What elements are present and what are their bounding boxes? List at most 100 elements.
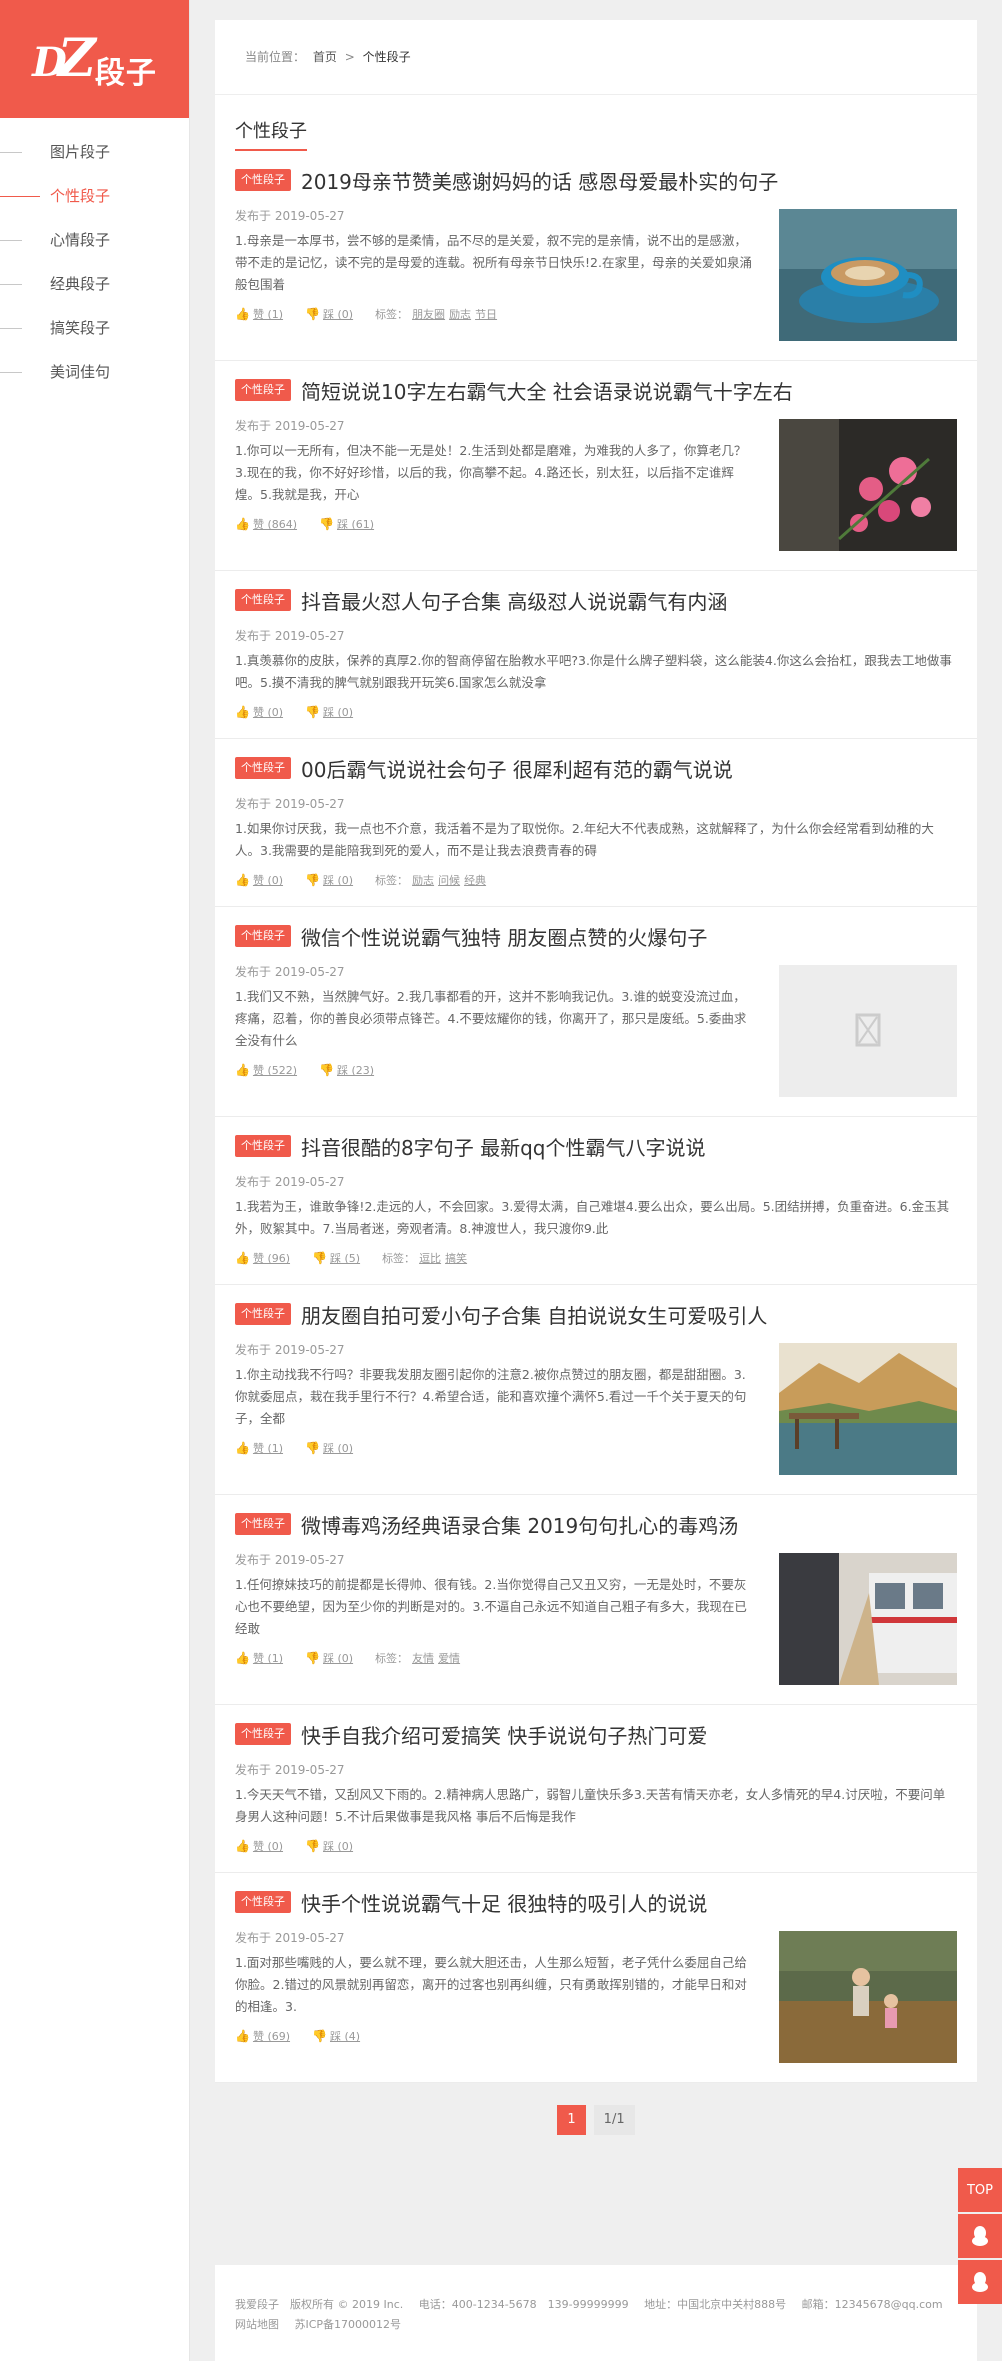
article-thumbnail[interactable]	[779, 1343, 957, 1475]
article-tags: 标签： 朋友圈 励志 节日	[375, 306, 497, 322]
article-summary: 1.我若为王，谁敢争锋!2.走远的人，不会回家。3.爱得太满，自己难堪4.要么出…	[235, 1199, 950, 1236]
tag-link[interactable]: 朋友圈	[412, 308, 445, 321]
dislike-button[interactable]: 👎 踩 (23)	[319, 1062, 374, 1078]
article-title[interactable]: 2019母亲节赞美感谢妈妈的话 感恩母爱最朴实的句子	[301, 166, 778, 195]
article-thumbnail[interactable]	[779, 209, 957, 341]
tag-link[interactable]: 节日	[475, 308, 497, 321]
like-button[interactable]: 👍 赞 (522)	[235, 1062, 297, 1078]
thumbs-up-icon: 👍	[235, 1063, 250, 1077]
article-title[interactable]: 快手自我介绍可爱搞笑 快手说说句子热门可爱	[301, 1720, 707, 1749]
article-summary: 1.如果你讨厌我，我一点也不介意，我活着不是为了取悦你。2.年纪大不代表成熟，这…	[235, 821, 934, 858]
footer-address: 地址：中国北京中关村888号	[644, 2298, 787, 2311]
category-badge[interactable]: 个性段子	[235, 589, 291, 611]
dislike-button[interactable]: 👎 踩 (0)	[305, 872, 353, 888]
dislike-button[interactable]: 👎 踩 (0)	[305, 1650, 353, 1666]
tag-link[interactable]: 友情	[412, 1652, 434, 1665]
article-summary: 1.今天天气不错，又刮风又下雨的。2.精神病人思路广，弱智儿童快乐多3.天苦有情…	[235, 1787, 946, 1824]
breadcrumb-home[interactable]: 首页	[313, 50, 337, 64]
like-button[interactable]: 👍 赞 (1)	[235, 1650, 283, 1666]
qq-service-icon[interactable]	[958, 2260, 1002, 2304]
article-title[interactable]: 简短说说10字左右霸气大全 社会语录说说霸气十字左右	[301, 376, 793, 405]
article-thumbnail[interactable]	[779, 1553, 957, 1685]
footer-sitemap[interactable]: 网站地图	[235, 2318, 279, 2331]
thumbs-up-icon: 👍	[235, 517, 250, 531]
thumbs-down-icon: 👎	[305, 873, 320, 887]
article-title[interactable]: 朋友圈自拍可爱小句子合集 自拍说说女生可爱吸引人	[301, 1300, 767, 1329]
thumbs-up-icon: 👍	[235, 307, 250, 321]
nav-item-personality[interactable]: 个性段子	[0, 174, 189, 218]
like-button[interactable]: 👍 赞 (1)	[235, 306, 283, 322]
nav-item-mood[interactable]: 心情段子	[0, 218, 189, 262]
article-list: 个性段子 个性段子 2019母亲节赞美感谢妈妈的话 感恩母爱最朴实的句子发布于 2…	[215, 95, 977, 2083]
footer-icp[interactable]: 苏ICP备17000012号	[295, 2318, 402, 2331]
thumbs-down-icon: 👎	[305, 1839, 320, 1853]
article-item: 个性段子 微信个性说说霸气独特 朋友圈点赞的火爆句子 发布于 2019-05-27 1…	[215, 907, 977, 1117]
tag-link[interactable]: 搞笑	[445, 1252, 467, 1265]
pagination: 1 1/1	[215, 2105, 977, 2135]
article-date: 发布于 2019-05-27	[235, 629, 345, 643]
back-to-top-button[interactable]: TOP	[958, 2168, 1002, 2212]
tag-link[interactable]: 逗比	[419, 1252, 441, 1265]
tag-link[interactable]: 问候	[438, 874, 460, 887]
category-badge[interactable]: 个性段子	[235, 1723, 291, 1745]
dislike-button[interactable]: 👎 踩 (0)	[305, 1440, 353, 1456]
article-title[interactable]: 抖音很酷的8字句子 最新qq个性霸气八字说说	[301, 1132, 705, 1161]
article-title[interactable]: 抖音最火怼人句子合集 高级怼人说说霸气有内涵	[301, 586, 727, 615]
like-button[interactable]: 👍 赞 (96)	[235, 1250, 290, 1266]
category-badge[interactable]: 个性段子	[235, 1135, 291, 1157]
page-current[interactable]: 1	[557, 2105, 586, 2135]
like-button[interactable]: 👍 赞 (864)	[235, 516, 297, 532]
article-thumbnail[interactable]	[779, 419, 957, 551]
tag-link[interactable]: 经典	[464, 874, 486, 887]
article-thumbnail[interactable]	[779, 965, 957, 1097]
nav-item-classic[interactable]: 经典段子	[0, 262, 189, 306]
article-date: 发布于 2019-05-27	[235, 1763, 345, 1777]
article-title[interactable]: 快手个性说说霸气十足 很独特的吸引人的说说	[301, 1888, 707, 1917]
category-badge[interactable]: 个性段子	[235, 379, 291, 401]
category-badge[interactable]: 个性段子	[235, 925, 291, 947]
list-title: 个性段子	[235, 117, 307, 151]
nav-item-quotes[interactable]: 美词佳句	[0, 350, 189, 394]
article-date: 发布于 2019-05-27	[235, 1175, 345, 1189]
like-button[interactable]: 👍 赞 (1)	[235, 1440, 283, 1456]
article-title[interactable]: 微信个性说说霸气独特 朋友圈点赞的火爆句子	[301, 922, 707, 951]
like-button[interactable]: 👍 赞 (0)	[235, 1838, 283, 1854]
article-item: 个性段子 快手个性说说霸气十足 很独特的吸引人的说说 发布于 2019-05-27 1…	[215, 1873, 977, 2083]
dislike-button[interactable]: 👎 踩 (0)	[305, 1838, 353, 1854]
nav-item-funny[interactable]: 搞笑段子	[0, 306, 189, 350]
article-tags: 标签： 励志 问候 经典	[375, 872, 486, 888]
tag-link[interactable]: 爱情	[438, 1652, 460, 1665]
nav-item-pictures[interactable]: 图片段子	[0, 130, 189, 174]
breadcrumb-prefix: 当前位置：	[245, 50, 306, 64]
logo[interactable]: DZ 段子	[0, 0, 189, 118]
logo-brand: DZ	[32, 28, 96, 89]
dislike-button[interactable]: 👎 踩 (4)	[312, 2028, 360, 2044]
like-button[interactable]: 👍 赞 (0)	[235, 872, 283, 888]
thumbs-up-icon: 👍	[235, 1251, 250, 1265]
article-title[interactable]: 00后霸气说说社会句子 很犀利超有范的霸气说说	[301, 754, 733, 783]
sidebar: DZ 段子 图片段子 个性段子 心情段子 经典段子 搞笑段子 美词佳句	[0, 0, 190, 2361]
tags-label: 标签：	[375, 1652, 409, 1665]
dislike-button[interactable]: 👎 踩 (0)	[305, 306, 353, 322]
like-button[interactable]: 👍 赞 (69)	[235, 2028, 290, 2044]
dislike-button[interactable]: 👎 踩 (61)	[319, 516, 374, 532]
dislike-button[interactable]: 👎 踩 (5)	[312, 1250, 360, 1266]
article-title[interactable]: 微博毒鸡汤经典语录合集 2019句句扎心的毒鸡汤	[301, 1510, 738, 1539]
category-badge[interactable]: 个性段子	[235, 1303, 291, 1325]
category-badge[interactable]: 个性段子	[235, 757, 291, 779]
like-button[interactable]: 👍 赞 (0)	[235, 704, 283, 720]
category-badge[interactable]: 个性段子	[235, 1513, 291, 1535]
thumbs-down-icon: 👎	[319, 1063, 334, 1077]
article-summary: 1.真羡慕你的皮肤，保养的真厚2.你的智商停留在胎教水平吧?3.你是什么牌子塑料…	[235, 653, 952, 690]
article-thumbnail[interactable]	[779, 1931, 957, 2063]
category-badge[interactable]: 个性段子	[235, 1891, 291, 1913]
dislike-button[interactable]: 👎 踩 (0)	[305, 704, 353, 720]
tag-link[interactable]: 励志	[449, 308, 471, 321]
breadcrumb: 当前位置： 首页 > 个性段子	[215, 20, 977, 95]
tag-link[interactable]: 励志	[412, 874, 434, 887]
category-badge[interactable]: 个性段子	[235, 169, 291, 191]
breadcrumb-current: 个性段子	[362, 50, 411, 64]
thumbs-down-icon: 👎	[312, 1251, 327, 1265]
qq-icon[interactable]	[958, 2214, 1002, 2258]
thumbs-down-icon: 👎	[319, 517, 334, 531]
